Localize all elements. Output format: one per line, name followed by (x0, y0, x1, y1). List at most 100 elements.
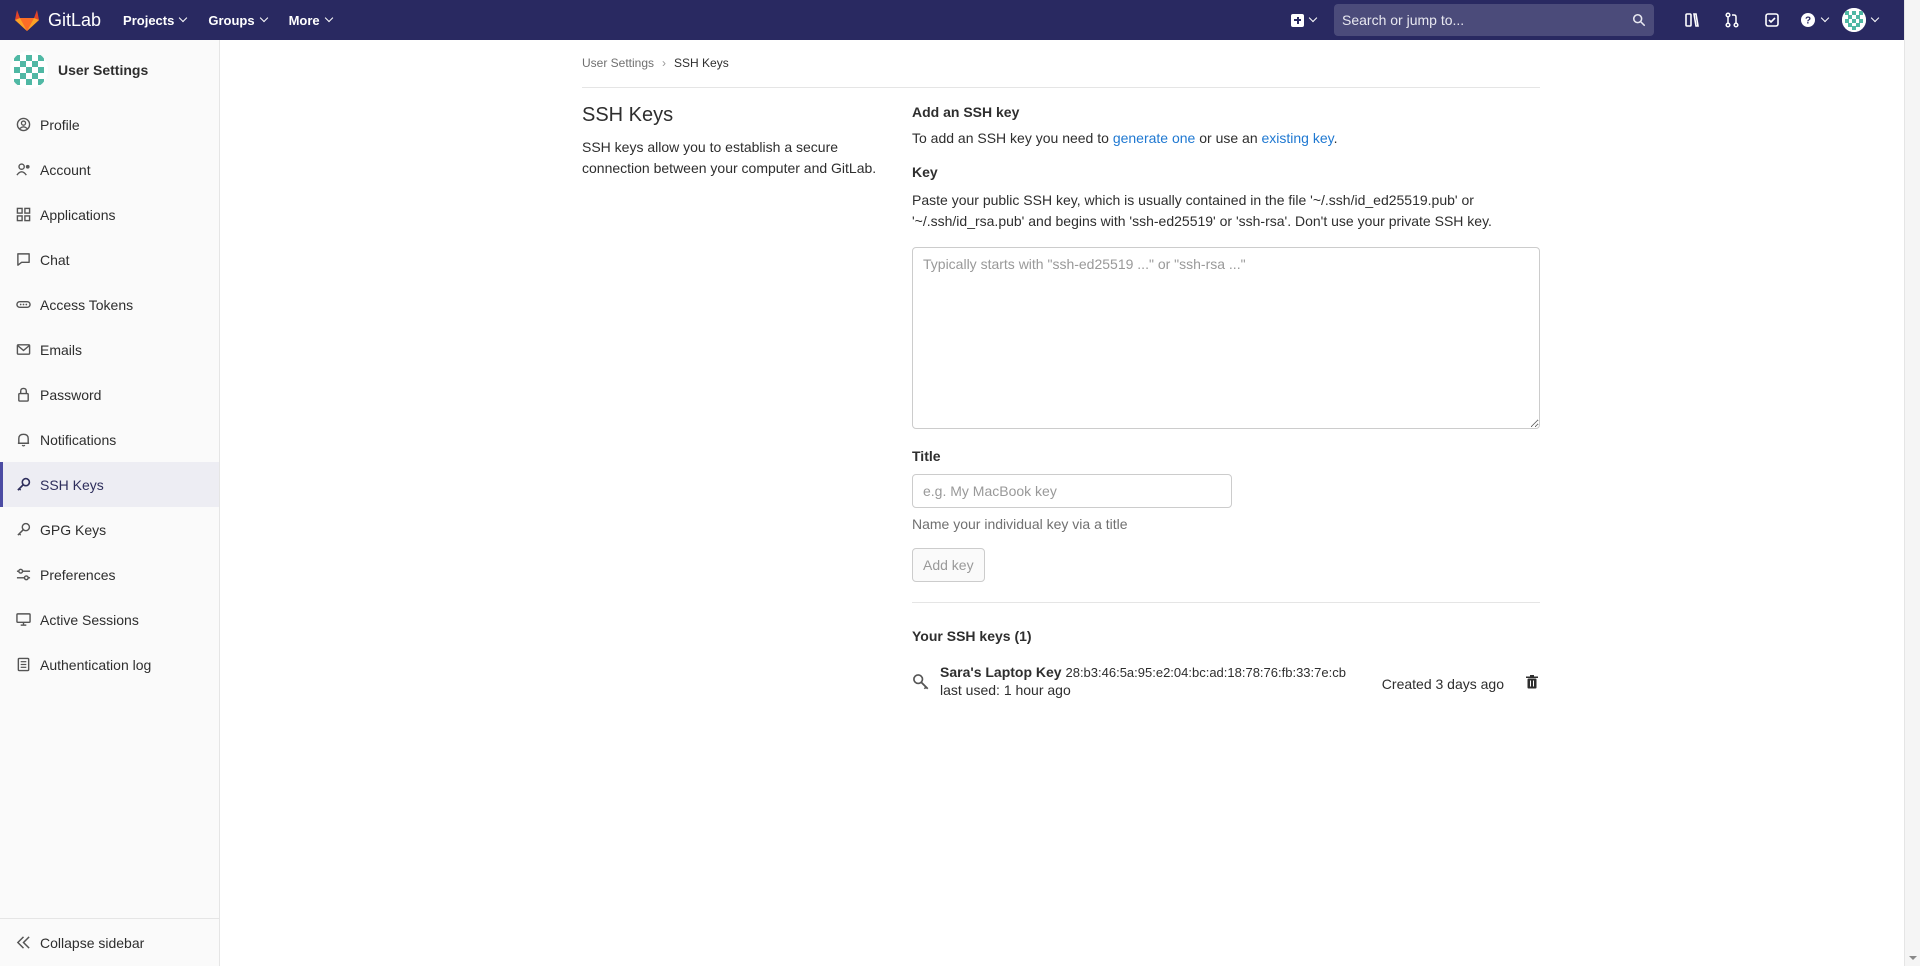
help-icon: ? (1801, 13, 1815, 27)
scroll-down-arrow-icon[interactable] (1905, 950, 1920, 966)
key-help-text: Paste your public SSH key, which is usua… (912, 192, 1492, 229)
sidebar-item-label: Active Sessions (40, 611, 139, 628)
key-label: Key (912, 164, 938, 180)
issues-icon (1685, 13, 1699, 27)
sidebar-item-password[interactable]: Password (0, 372, 219, 417)
form-intro: To add an SSH key you need to generate o… (912, 128, 1540, 149)
sidebar-item-label: Authentication log (40, 656, 152, 673)
sidebar-item-gpg-keys[interactable]: GPG Keys (0, 507, 219, 552)
sidebar-item-authentication-log[interactable]: Authentication log (0, 642, 219, 687)
chevron-down-icon (324, 13, 333, 23)
preferences-icon (16, 568, 31, 581)
sidebar-item-label: Account (40, 161, 91, 178)
sidebar-item-applications[interactable]: Applications (0, 192, 219, 237)
ssh-key-form-section: Add an SSH key To add an SSH key you nee… (912, 104, 1540, 701)
search-box (1334, 4, 1654, 36)
sidebar-header[interactable]: User Settings (0, 40, 219, 100)
chevron-down-icon (1308, 13, 1318, 23)
avatar (1842, 8, 1866, 32)
search-icon[interactable] (1632, 13, 1646, 27)
chevron-down-icon (259, 13, 268, 23)
ssh-key-last-used: last used: 1 hour ago (940, 682, 1071, 698)
sidebar-item-chat[interactable]: Chat (0, 237, 219, 282)
sidebar-item-active-sessions[interactable]: Active Sessions (0, 597, 219, 642)
chevron-right-icon: › (662, 56, 667, 70)
key-icon (913, 674, 929, 690)
chevron-down-icon (1820, 13, 1830, 23)
breadcrumb: User Settings › SSH Keys (582, 56, 1540, 88)
todo-checkbox-icon (1765, 13, 1779, 27)
chevron-down-icon (1870, 13, 1880, 23)
title-help-text: Name your individual key via a title (912, 516, 1128, 532)
log-icon (17, 657, 30, 672)
ssh-key-title-link[interactable]: Sara's Laptop Key (940, 664, 1062, 680)
ssh-key-list-item: Sara's Laptop Key 28:b3:46:5a:95:e2:04:b… (912, 664, 1540, 701)
form-intro-suffix: . (1333, 130, 1338, 146)
ssh-key-created: Created 3 days ago (1381, 675, 1504, 692)
bell-icon (17, 433, 30, 447)
profile-icon (16, 117, 31, 132)
nav-more-dropdown[interactable]: More (289, 13, 333, 28)
key-title-input[interactable] (912, 474, 1232, 508)
issues-button[interactable] (1672, 0, 1712, 40)
page-scrollbar[interactable] (1904, 0, 1920, 966)
todos-button[interactable] (1752, 0, 1792, 40)
sidebar-item-profile[interactable]: Profile (0, 102, 219, 147)
section-divider (912, 602, 1540, 603)
avatar (10, 51, 48, 89)
key-icon (17, 522, 31, 536)
delete-key-button[interactable] (1524, 674, 1540, 693)
title-label: Title (912, 448, 941, 464)
user-menu-button[interactable] (1842, 8, 1880, 32)
breadcrumb-current[interactable]: SSH Keys (674, 56, 729, 70)
sidebar-item-ssh-keys[interactable]: SSH Keys (0, 462, 219, 507)
merge-requests-button[interactable] (1712, 0, 1752, 40)
sidebar-item-access-tokens[interactable]: Access Tokens (0, 282, 219, 327)
ssh-keys-list-heading: Your SSH keys (1) (912, 628, 1032, 644)
chevron-down-icon (179, 13, 188, 23)
gitlab-logo-icon (15, 10, 39, 31)
sidebar-nav: Profile Account Applications Chat Access… (0, 102, 219, 687)
new-dropdown-button[interactable] (1291, 13, 1318, 27)
ssh-key-fingerprint: 28:b3:46:5a:95:e2:04:bc:ad:18:78:76:fb:3… (1065, 665, 1346, 680)
gitlab-logo-link[interactable]: GitLab (14, 0, 101, 40)
intro-section: SSH Keys SSH keys allow you to establish… (582, 104, 882, 179)
nav-groups-dropdown[interactable]: Groups (208, 13, 268, 28)
sidebar-item-label: Access Tokens (40, 296, 134, 313)
sidebar-item-label: GPG Keys (40, 521, 107, 538)
brand-name: GitLab (48, 9, 102, 30)
form-intro-middle: or use an (1195, 130, 1262, 146)
help-dropdown-button[interactable]: ? (1792, 0, 1836, 40)
plus-square-icon (1291, 13, 1304, 27)
sidebar-item-label: Preferences (40, 566, 116, 583)
sidebar-item-label: Profile (40, 116, 80, 133)
form-heading: Add an SSH key (912, 104, 1020, 120)
nav-right: ? (1291, 0, 1904, 40)
identicon-icon (10, 51, 48, 89)
breadcrumb-parent-link[interactable]: User Settings (582, 56, 654, 70)
applications-icon (16, 207, 31, 222)
ssh-key-meta: Created 3 days ago (1382, 674, 1540, 693)
sidebar-item-emails[interactable]: Emails (0, 327, 219, 372)
top-navbar: GitLab Projects Groups More Search or ju… (0, 0, 1904, 40)
identicon-icon (1842, 8, 1866, 32)
account-icon (16, 163, 30, 176)
page-title: SSH Keys (582, 104, 674, 126)
key-textarea[interactable] (912, 247, 1540, 429)
trash-icon (1526, 675, 1538, 689)
monitor-icon (16, 613, 31, 626)
search-input[interactable] (1342, 12, 1632, 28)
nav-projects-dropdown[interactable]: Projects (123, 13, 188, 28)
sidebar-item-label: Password (40, 386, 102, 403)
sidebar-item-account[interactable]: Account (0, 147, 219, 192)
key-icon (17, 477, 31, 491)
collapse-sidebar-button[interactable]: Collapse sidebar (0, 918, 219, 966)
add-key-button[interactable]: Add key (912, 548, 985, 582)
token-icon (16, 300, 31, 309)
existing-key-link[interactable]: existing key (1262, 130, 1334, 146)
sidebar-item-preferences[interactable]: Preferences (0, 552, 219, 597)
sidebar-item-notifications[interactable]: Notifications (0, 417, 219, 462)
nav-menu: Projects Groups More (123, 13, 354, 28)
generate-one-link[interactable]: generate one (1113, 130, 1196, 146)
sidebar-item-label: Notifications (40, 431, 117, 448)
